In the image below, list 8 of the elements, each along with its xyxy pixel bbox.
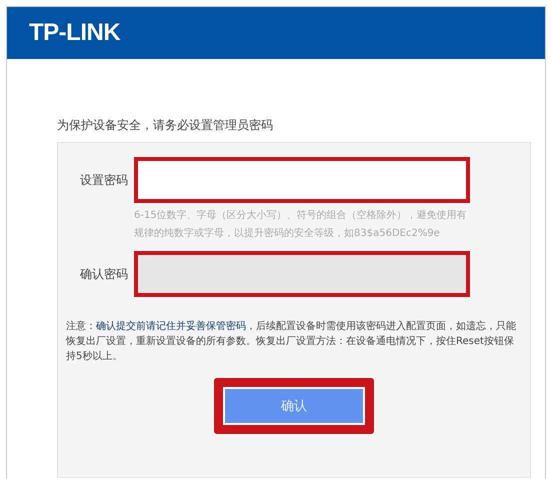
confirm-button[interactable]: 确认 (214, 378, 374, 434)
field-hint: 6-15位数字、字母（区分大小写）、符号的组合（空格除外），避免使用有规律的纯数字或字母，以提升密码的安全等级，如83$a56DEc2%9e (134, 208, 468, 241)
field-label: 设置密码 (79, 172, 128, 188)
brand-logo: TP-LINK (29, 19, 120, 47)
page-heading: 为保护设备安全，请务必设置管理员密码 (57, 117, 274, 134)
warning-note: 注意：确认提交前请记住并妥善保管密码，后续配置设备时需使用该密码进入配置页面，如遗忘，只能恢复出厂设置，重新设置设备的所有参数。恢复出厂设置方法：在设备通电情况下，按住Reset按钮保持5秒以上。 (66, 320, 517, 364)
password-field[interactable] (134, 157, 470, 203)
field-label: 确认密码 (79, 266, 128, 282)
